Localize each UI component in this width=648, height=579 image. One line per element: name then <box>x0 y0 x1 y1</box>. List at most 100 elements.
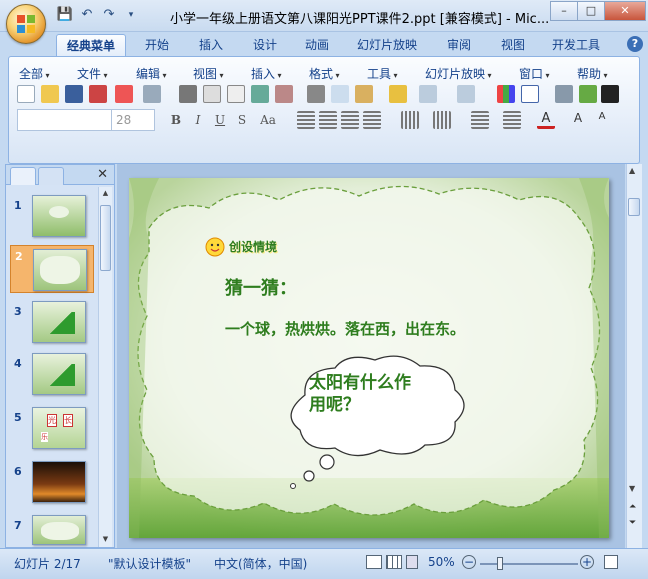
permission-icon[interactable] <box>89 85 107 103</box>
font-name-box[interactable] <box>17 109 113 131</box>
menu-insert[interactable]: 插入 <box>251 65 282 82</box>
maximize-button[interactable]: □ <box>577 1 605 21</box>
align-right-icon[interactable] <box>341 111 359 129</box>
tab-animations[interactable]: 动画 <box>296 34 338 56</box>
next-slide-icon[interactable]: ⏷ <box>629 518 636 528</box>
close-button[interactable]: ✕ <box>604 1 646 21</box>
spelling-icon[interactable] <box>251 85 269 103</box>
slide-thumb-4[interactable]: 4 <box>6 353 98 403</box>
save-icon[interactable]: 💾 <box>56 6 74 24</box>
normal-view-icon[interactable] <box>366 555 382 569</box>
scroll-down-icon[interactable]: ▼ <box>100 535 111 545</box>
cut-icon[interactable] <box>307 85 325 103</box>
zoom-out-icon[interactable]: − <box>462 555 476 569</box>
bullets-icon[interactable] <box>471 111 489 129</box>
change-case-button[interactable]: Aa <box>255 111 281 129</box>
chart-icon[interactable] <box>497 85 515 103</box>
zoom-in-icon[interactable]: + <box>580 555 594 569</box>
research-icon[interactable] <box>227 85 245 103</box>
menu-view[interactable]: 视图 <box>193 65 224 82</box>
language-indicator[interactable]: 中文(简体，中国) <box>214 555 307 572</box>
panel-scrollbar[interactable]: ▲ ▼ <box>98 187 112 547</box>
redo-icon[interactable]: ↷ <box>100 6 118 24</box>
display-icon[interactable] <box>601 85 619 103</box>
new-doc-icon[interactable] <box>17 85 35 103</box>
minimize-button[interactable]: – <box>550 1 578 21</box>
menu-format[interactable]: 格式 <box>309 65 340 82</box>
undo-toolbar-icon[interactable] <box>419 85 437 103</box>
zoom-level[interactable]: 50% <box>428 555 455 569</box>
table-icon[interactable] <box>521 85 539 103</box>
menu-help[interactable]: 帮助 <box>577 65 608 82</box>
zoom-slider-track[interactable] <box>480 563 578 565</box>
underline-button[interactable]: U <box>211 111 229 129</box>
save-icon[interactable] <box>65 85 83 103</box>
menu-file[interactable]: 文件 <box>77 65 108 82</box>
panel-scroll-thumb[interactable] <box>100 205 111 271</box>
tab-review[interactable]: 审阅 <box>438 34 480 56</box>
menu-edit[interactable]: 编辑 <box>136 65 167 82</box>
redo-toolbar-icon[interactable] <box>457 85 475 103</box>
columns-icon[interactable] <box>433 111 451 129</box>
tab-slideshow[interactable]: 幻灯片放映 <box>350 34 424 56</box>
decrease-font-icon[interactable]: A <box>593 111 611 129</box>
tab-developer[interactable]: 开发工具 <box>546 34 606 56</box>
slide-thumb-3[interactable]: 3 <box>6 301 98 351</box>
main-scroll-thumb[interactable] <box>628 198 640 216</box>
justify-icon[interactable] <box>363 111 381 129</box>
increase-font-icon[interactable]: A <box>569 111 587 129</box>
thesaurus-icon[interactable] <box>275 85 293 103</box>
publish-icon[interactable] <box>143 85 161 103</box>
font-color-icon[interactable]: A <box>537 111 555 129</box>
menu-tools[interactable]: 工具 <box>367 65 398 82</box>
numbering-icon[interactable] <box>503 111 521 129</box>
zoom-slider-handle[interactable] <box>497 557 503 570</box>
align-center-icon[interactable] <box>319 111 337 129</box>
design-template-name: "默认设计模板" <box>108 557 192 571</box>
align-left-icon[interactable] <box>297 111 315 129</box>
shadow-button[interactable]: S <box>233 111 251 129</box>
main-vertical-scrollbar[interactable]: ▲ ▼ ⏶ ⏷ <box>626 164 642 548</box>
print-icon[interactable] <box>179 85 197 103</box>
open-folder-icon[interactable] <box>41 85 59 103</box>
print-preview-icon[interactable] <box>203 85 221 103</box>
slides-tab[interactable] <box>10 167 36 185</box>
color-grayscale-icon[interactable] <box>579 85 597 103</box>
close-panel-icon[interactable]: ✕ <box>97 167 108 182</box>
slide-sorter-icon[interactable] <box>386 555 402 569</box>
help-icon[interactable]: ? <box>627 36 643 52</box>
outline-tab[interactable] <box>38 167 64 185</box>
ribbon: 全部 文件 编辑 视图 插入 格式 工具 幻灯片放映 窗口 帮助 28 B I … <box>8 56 640 164</box>
menu-slideshow[interactable]: 幻灯片放映 <box>425 65 492 82</box>
previous-slide-icon[interactable]: ⏶ <box>629 502 636 512</box>
email-icon[interactable] <box>115 85 133 103</box>
scroll-up-icon[interactable]: ▲ <box>100 189 111 199</box>
scroll-up-icon[interactable]: ▲ <box>629 166 635 175</box>
tab-classic-menu[interactable]: 经典菜单 <box>56 34 126 56</box>
copy-icon[interactable] <box>331 85 349 103</box>
customize-qat-icon[interactable]: ▾ <box>122 6 140 24</box>
slide-thumb-1[interactable]: 1 <box>6 195 98 245</box>
bold-button[interactable]: B <box>167 111 185 129</box>
menu-window[interactable]: 窗口 <box>519 65 550 82</box>
paste-icon[interactable] <box>355 85 373 103</box>
tab-design[interactable]: 设计 <box>244 34 286 56</box>
font-size-box[interactable]: 28 <box>111 109 155 131</box>
slide-thumb-2[interactable]: 2 <box>10 245 94 293</box>
slide-thumb-5[interactable]: 5 光 长 乐 <box>6 407 98 457</box>
tab-home[interactable]: 开始 <box>136 34 178 56</box>
italic-button[interactable]: I <box>189 111 207 129</box>
insert-picture-icon[interactable] <box>555 85 573 103</box>
office-button[interactable] <box>6 4 46 44</box>
tab-insert[interactable]: 插入 <box>190 34 232 56</box>
format-painter-icon[interactable] <box>389 85 407 103</box>
slideshow-view-icon[interactable] <box>406 555 418 569</box>
fit-to-window-icon[interactable] <box>604 555 618 569</box>
menu-all[interactable]: 全部 <box>19 65 50 82</box>
scroll-down-icon[interactable]: ▼ <box>629 484 635 493</box>
current-slide[interactable]: 创设情境 猜一猜： 一个球，热烘烘。落在西，出在东。 太阳有什么作 用呢？ <box>129 178 609 538</box>
tab-view[interactable]: 视图 <box>492 34 534 56</box>
undo-icon[interactable]: ↶ <box>78 6 96 24</box>
slide-thumb-6[interactable]: 6 <box>6 461 98 511</box>
line-spacing-icon[interactable] <box>401 111 419 129</box>
